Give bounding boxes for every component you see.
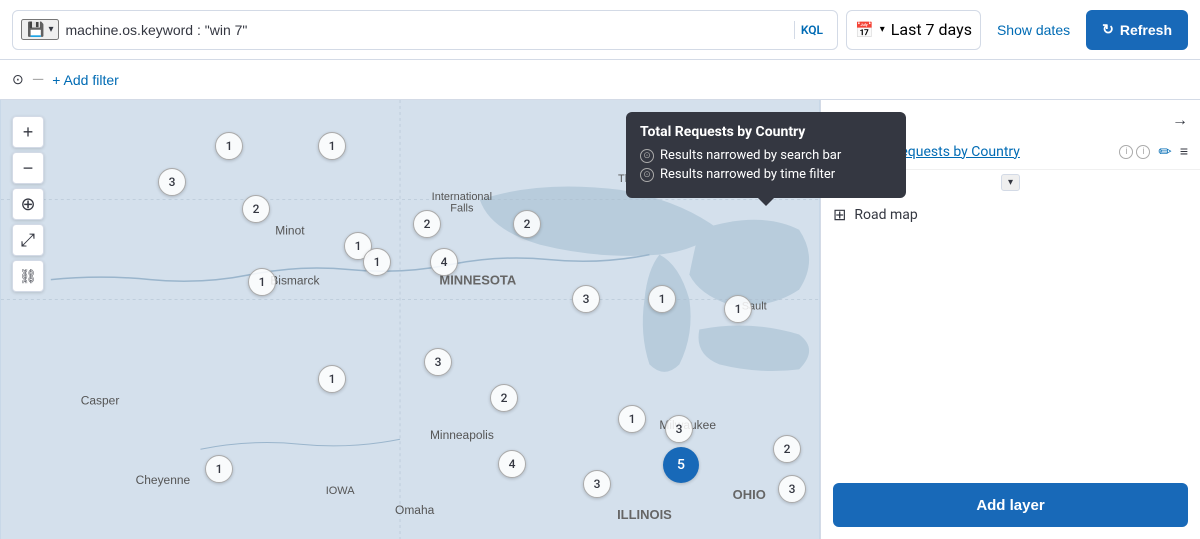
cluster-marker[interactable]: 1	[648, 285, 676, 313]
cluster-marker[interactable]: 1	[318, 365, 346, 393]
query-section: 💾 ▾ KQL	[12, 10, 838, 50]
show-dates-button[interactable]: Show dates	[989, 22, 1078, 38]
cluster-marker[interactable]: 3	[665, 415, 693, 443]
expand-button[interactable]: ⤢	[12, 224, 44, 256]
compass-button[interactable]: ⊕	[12, 188, 44, 220]
layer-menu-icon[interactable]: ≡	[1180, 143, 1188, 160]
layer-info-icon-2[interactable]: i	[1136, 145, 1150, 159]
tooltip-item-1: ⊙ Results narrowed by search bar	[640, 148, 892, 163]
cluster-marker[interactable]: 1	[363, 248, 391, 276]
refresh-label: Refresh	[1120, 22, 1172, 38]
tooltip-text-2: Results narrowed by time filter	[660, 167, 835, 182]
cluster-marker[interactable]: 1	[248, 268, 276, 296]
cluster-marker[interactable]: 2	[413, 210, 441, 238]
cluster-marker[interactable]: 3	[424, 348, 452, 376]
select-tool-button[interactable]: ⛓	[12, 260, 44, 292]
svg-text:Omaha: Omaha	[395, 503, 435, 517]
cluster-marker[interactable]: 3	[778, 475, 806, 503]
layer-edit-icon[interactable]: ✏	[1158, 142, 1171, 161]
tooltip-text-1: Results narrowed by search bar	[660, 148, 841, 163]
globe-icon: ⊙	[12, 71, 24, 88]
right-panel: Total Requests by Country ⊙ Results narr…	[820, 100, 1200, 539]
refresh-button[interactable]: ↻ Refresh	[1086, 10, 1188, 50]
refresh-icon: ↻	[1102, 21, 1114, 38]
svg-text:OHIO: OHIO	[733, 487, 766, 502]
cluster-marker[interactable]: 1	[618, 405, 646, 433]
filter-globe-button[interactable]: ⊙	[12, 71, 24, 88]
cluster-marker[interactable]: 1	[724, 295, 752, 323]
info-circle-icon-2: ⊙	[640, 168, 654, 182]
cluster-marker[interactable]: 2	[490, 384, 518, 412]
cluster-marker[interactable]: 2	[773, 435, 801, 463]
calendar-icon: 📅	[855, 21, 874, 39]
cluster-marker[interactable]: 4	[498, 450, 526, 478]
svg-text:IOWA: IOWA	[326, 485, 356, 497]
svg-text:Falls: Falls	[450, 203, 474, 215]
cluster-marker[interactable]: 3	[158, 168, 186, 196]
svg-text:International: International	[432, 191, 492, 203]
save-icon: 💾	[27, 21, 44, 38]
svg-text:MINNESOTA: MINNESOTA	[439, 273, 516, 288]
panel-arrow-icon[interactable]: →	[1172, 110, 1188, 130]
search-input[interactable]	[65, 22, 787, 38]
filter-separator: —	[32, 70, 45, 89]
date-chevron-down: ▾	[880, 24, 885, 35]
add-filter-button[interactable]: + Add filter	[52, 72, 119, 88]
road-map-item: ⊞ Road map	[821, 197, 1200, 232]
tooltip-title: Total Requests by Country	[640, 124, 892, 140]
main-content: MINNESOTA ILLINOIS OHIO Bismarck Minot M…	[0, 100, 1200, 539]
save-chevron: ▾	[48, 24, 53, 35]
cluster-marker[interactable]: 5	[663, 447, 699, 483]
cluster-marker[interactable]: 2	[513, 210, 541, 238]
date-label: Last 7 days	[891, 20, 972, 39]
svg-text:Minneapolis: Minneapolis	[430, 428, 494, 442]
cluster-marker[interactable]: 3	[583, 470, 611, 498]
road-map-label: Road map	[854, 207, 917, 223]
cluster-marker[interactable]: 1	[205, 455, 233, 483]
svg-text:Cheyenne: Cheyenne	[136, 473, 191, 487]
info-circle-icon: ⊙	[640, 149, 654, 163]
save-button[interactable]: 💾 ▾	[21, 19, 59, 40]
add-layer-button[interactable]: Add layer	[833, 483, 1188, 527]
layer-expand-button[interactable]: ▾	[1001, 174, 1020, 191]
top-bar: 💾 ▾ KQL 📅 ▾ Last 7 days Show dates ↻ Ref…	[0, 0, 1200, 60]
zoom-in-button[interactable]: +	[12, 116, 44, 148]
svg-text:Casper: Casper	[81, 393, 120, 407]
map-controls: + − ⊕ ⤢ ⛓	[12, 116, 44, 292]
tooltip-item-2: ⊙ Results narrowed by time filter	[640, 167, 892, 182]
cluster-marker[interactable]: 1	[215, 132, 243, 160]
layer-info-icons: i i	[1119, 145, 1150, 159]
filter-bar: ⊙ — + Add filter	[0, 60, 1200, 100]
layer-info-icon-1[interactable]: i	[1119, 145, 1133, 159]
cluster-marker[interactable]: 4	[430, 248, 458, 276]
zoom-out-button[interactable]: −	[12, 152, 44, 184]
svg-text:Minot: Minot	[275, 224, 305, 238]
svg-text:Bismarck: Bismarck	[270, 274, 319, 288]
date-picker[interactable]: 📅 ▾ Last 7 days	[846, 10, 981, 50]
cluster-marker[interactable]: 1	[318, 132, 346, 160]
svg-text:ILLINOIS: ILLINOIS	[617, 507, 672, 522]
cluster-marker[interactable]: 3	[572, 285, 600, 313]
cluster-marker[interactable]: 2	[242, 195, 270, 223]
grid-icon: ⊞	[833, 205, 846, 224]
tooltip-box: Total Requests by Country ⊙ Results narr…	[626, 112, 906, 198]
kql-badge[interactable]: KQL	[794, 21, 829, 39]
